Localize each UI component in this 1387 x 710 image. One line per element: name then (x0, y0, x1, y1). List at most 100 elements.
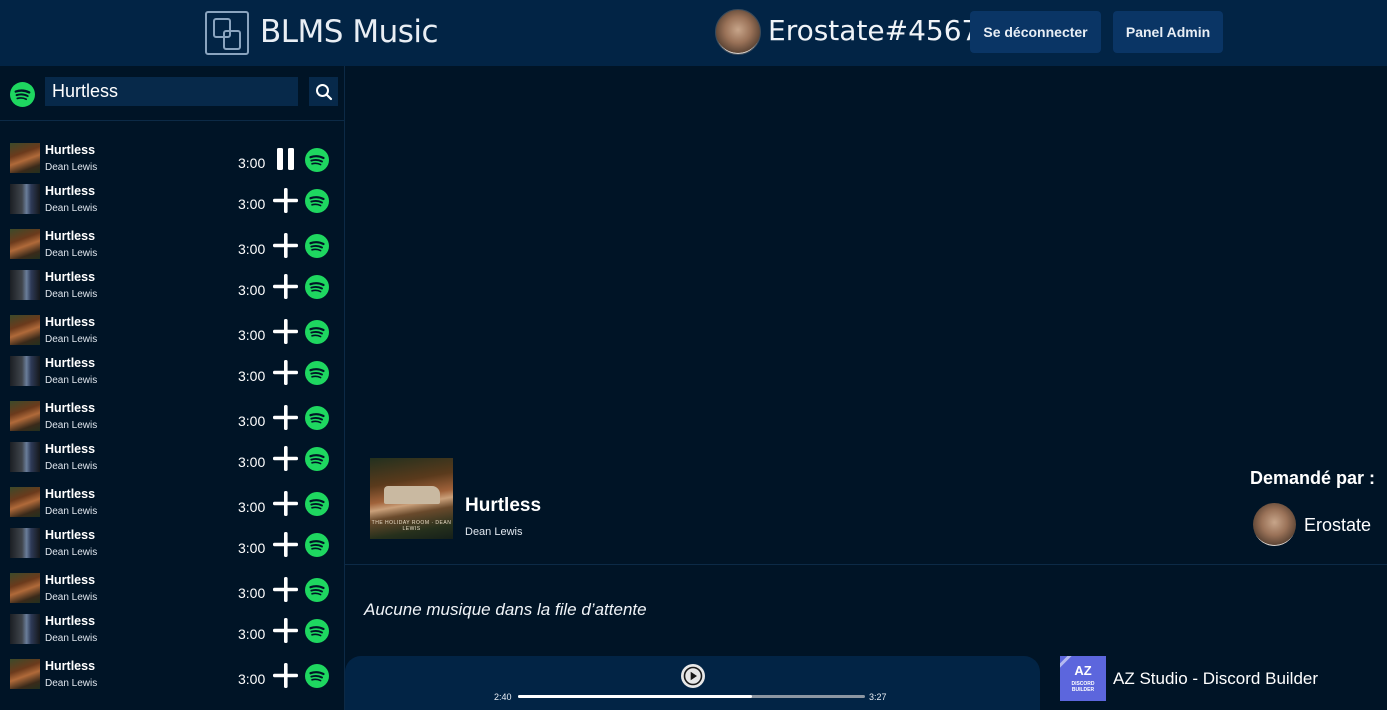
spotify-icon[interactable] (305, 664, 329, 688)
track-title: Hurtless (45, 143, 96, 157)
plus-icon[interactable] (273, 360, 298, 385)
plus-icon[interactable] (273, 577, 298, 602)
az-studio-logo[interactable]: AZ DISCORD BUILDER (1060, 656, 1106, 701)
track-artist: Dean Lewis (45, 592, 98, 603)
spotify-icon[interactable] (305, 234, 329, 258)
track-row[interactable]: Hurtless Dean Lewis 3:00 (0, 657, 345, 697)
plus-icon[interactable] (273, 233, 298, 258)
track-thumbnail (10, 184, 40, 214)
cover-car-art (384, 486, 440, 504)
track-thumbnail (10, 356, 40, 386)
total-time: 3:27 (869, 692, 887, 702)
spotify-icon[interactable] (305, 320, 329, 344)
track-artist: Dean Lewis (45, 334, 98, 345)
plus-icon[interactable] (273, 405, 298, 430)
plus-icon[interactable] (273, 491, 298, 516)
track-row[interactable]: Hurtless Dean Lewis 3:00 (0, 227, 345, 267)
az-logo-text: AZ (1074, 663, 1092, 678)
search-input[interactable] (45, 77, 298, 106)
track-artist: Dean Lewis (45, 162, 98, 173)
track-title: Hurtless (45, 184, 96, 198)
play-icon[interactable] (680, 663, 706, 689)
track-row[interactable]: Hurtless Dean Lewis 3:00 (0, 313, 345, 353)
top-header: BLMS Music Erostate#4567 Se déconnecter … (0, 0, 1387, 66)
track-title: Hurtless (45, 573, 96, 587)
search-icon (315, 83, 332, 100)
track-artist: Dean Lewis (45, 375, 98, 386)
current-time: 2:40 (494, 692, 512, 702)
requester-avatar (1253, 503, 1296, 546)
track-row[interactable]: Hurtless Dean Lewis 3:00 (0, 571, 345, 611)
progress-slider[interactable] (518, 695, 865, 698)
plus-icon[interactable] (273, 618, 298, 643)
track-row[interactable]: Hurtless Dean Lewis 3:00 (0, 141, 345, 181)
track-duration: 3:00 (238, 241, 266, 257)
logout-button[interactable]: Se déconnecter (970, 11, 1101, 53)
cover-caption: THE HOLIDAY ROOM · DEAN LEWIS (371, 520, 452, 532)
spotify-icon[interactable] (305, 361, 329, 385)
track-duration: 3:00 (238, 282, 266, 298)
track-row[interactable]: Hurtless Dean Lewis 3:00 (0, 399, 345, 439)
track-thumbnail (10, 614, 40, 644)
plus-icon[interactable] (273, 319, 298, 344)
plus-icon[interactable] (273, 274, 298, 299)
track-title: Hurtless (45, 528, 96, 542)
track-duration: 3:00 (238, 671, 266, 687)
track-thumbnail (10, 442, 40, 472)
track-duration: 3:00 (238, 454, 266, 470)
track-duration: 3:00 (238, 327, 266, 343)
logo-mark-s (223, 30, 241, 50)
spotify-icon[interactable] (305, 578, 329, 602)
track-row[interactable]: Hurtless Dean Lewis 3:00 (0, 182, 345, 222)
az-studio-name[interactable]: AZ Studio - Discord Builder (1113, 669, 1318, 689)
section-divider (345, 564, 1387, 565)
track-thumbnail (10, 573, 40, 603)
plus-icon[interactable] (273, 532, 298, 557)
track-duration: 3:00 (238, 368, 266, 384)
track-duration: 3:00 (238, 540, 266, 556)
spotify-icon[interactable] (305, 148, 329, 172)
track-row[interactable]: Hurtless Dean Lewis 3:00 (0, 612, 345, 652)
now-playing-artist: Dean Lewis (465, 526, 523, 538)
spotify-icon[interactable] (305, 275, 329, 299)
track-thumbnail (10, 143, 40, 173)
now-playing-title: Hurtless (465, 495, 542, 516)
track-row[interactable]: Hurtless Dean Lewis 3:00 (0, 526, 345, 566)
track-duration: 3:00 (238, 413, 266, 429)
track-artist: Dean Lewis (45, 248, 98, 259)
pause-icon[interactable] (273, 147, 298, 172)
track-title: Hurtless (45, 487, 96, 501)
spotify-icon[interactable] (305, 189, 329, 213)
player-bar: 2:40 3:27 (345, 656, 1040, 710)
track-row[interactable]: Hurtless Dean Lewis 3:00 (0, 440, 345, 480)
queue-empty-message: Aucune musique dans la file d’attente (364, 600, 647, 619)
track-row[interactable]: Hurtless Dean Lewis 3:00 (0, 354, 345, 394)
spotify-icon[interactable] (305, 533, 329, 557)
track-artist: Dean Lewis (45, 633, 98, 644)
username: Erostate#4567 (768, 14, 980, 47)
user-avatar (715, 9, 761, 55)
requester-name: Erostate (1304, 515, 1372, 535)
track-duration: 3:00 (238, 155, 266, 171)
spotify-icon (10, 82, 35, 107)
track-thumbnail (10, 528, 40, 558)
requested-by-label: Demandé par : (1249, 468, 1375, 488)
track-title: Hurtless (45, 270, 96, 284)
spotify-icon[interactable] (305, 406, 329, 430)
plus-icon[interactable] (273, 188, 298, 213)
app-title: BLMS Music (260, 14, 439, 50)
admin-panel-button[interactable]: Panel Admin (1113, 11, 1223, 53)
plus-icon[interactable] (273, 663, 298, 688)
now-playing-cover: THE HOLIDAY ROOM · DEAN LEWIS (370, 458, 453, 539)
spotify-icon[interactable] (305, 619, 329, 643)
search-button[interactable] (309, 77, 338, 106)
spotify-icon[interactable] (305, 447, 329, 471)
track-thumbnail (10, 659, 40, 689)
spotify-icon[interactable] (305, 492, 329, 516)
track-title: Hurtless (45, 442, 96, 456)
track-artist: Dean Lewis (45, 420, 98, 431)
track-row[interactable]: Hurtless Dean Lewis 3:00 (0, 268, 345, 308)
plus-icon[interactable] (273, 446, 298, 471)
app-logo[interactable] (205, 11, 249, 55)
track-row[interactable]: Hurtless Dean Lewis 3:00 (0, 485, 345, 525)
